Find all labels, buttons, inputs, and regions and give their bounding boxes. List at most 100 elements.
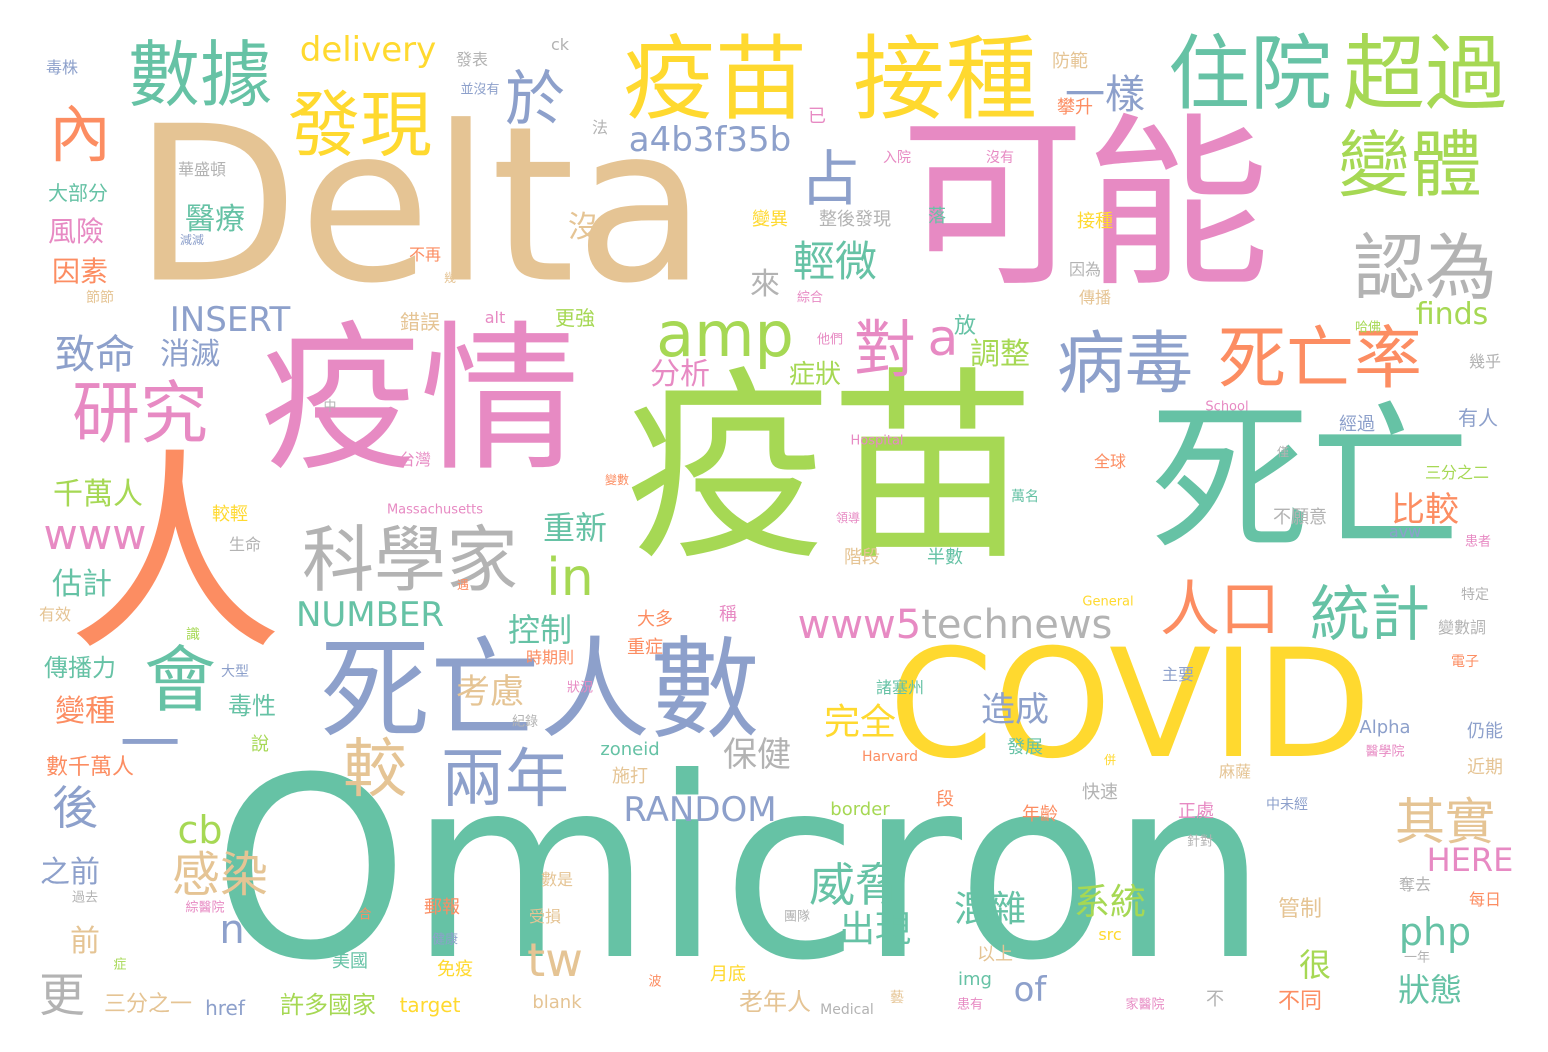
word-end-of-month: 月底 [710,964,746,985]
word-usa: 美國 [332,951,368,972]
word-half: 半數 [927,547,963,568]
word-system: 系統 [1073,882,1147,923]
word-past: 過去 [71,890,99,906]
word-main: 主要 [1161,665,1195,684]
word-vaccinate-small: 接種 [1077,211,1113,232]
word-href: href [205,996,245,1020]
word-most: 大部分 [48,181,108,205]
word-variable: 變數 [604,473,630,487]
word-recent: 近期 [1467,757,1503,778]
word-admission: 入院 [883,150,911,166]
word-cb: cb [177,808,223,852]
word-above: 以上 [977,944,1013,965]
word-taiwan: 台灣 [398,450,432,469]
word-damaged: 受損 [528,907,562,926]
word-number-is: 數是 [540,870,574,889]
word-vaccine-2: 疫苗 [622,26,808,133]
word-in: in [546,548,594,608]
word-combined: 綜合 [796,290,824,306]
word-appear: 出現 [838,909,912,950]
word-method: 法 [591,118,609,137]
word-tw: tw [527,933,583,987]
word-climb: 攀升 [1057,97,1093,118]
word-elderly: 老年人 [739,988,811,1016]
word-age: 年齡 [1022,804,1058,825]
word-massachusetts: Massachusetts [386,502,484,518]
word-record: 紀錄 [511,714,539,730]
word-death-rate: 死亡率 [1217,320,1423,399]
word-no-longer: 不再 [408,245,442,264]
word-massachusetts-cn: 諸塞州 [875,678,925,697]
word-covid: COVID [888,618,1372,792]
word-regulation: 管制 [1277,897,1323,922]
word-healthcare: 保健 [723,735,791,775]
word-virus: 病毒 [1056,325,1194,404]
word-general: General [1082,594,1134,610]
word-here: HERE [1426,841,1514,879]
word-n: n [219,907,245,953]
word-suffering: 患有 [956,997,984,1013]
word-vaccine-large: 疫苗 [625,350,1035,589]
word-middle: 中 [323,399,337,415]
word-stage: 階段 [844,547,880,568]
word-php: php [1398,910,1472,954]
word-mutation: 變種 [55,694,115,729]
word-blank: blank [532,992,582,1013]
word-come: 來 [750,267,780,302]
word-stronger: 更強 [555,306,595,330]
word-a4b3f35b: a4b3f35b [628,120,792,160]
word-lead: 領導 [835,511,861,525]
word-medical-school: 醫學院 [1365,744,1405,760]
word-not: 沒 [568,210,598,245]
word-called: 稱 [719,604,737,625]
word-adjust: 調整 [970,337,1030,372]
word-avw: avw [1388,522,1422,541]
word-border: border [830,799,890,820]
word-variation: 變異 [752,209,788,230]
word-place: 放 [953,314,977,339]
word-several: 幾 [443,271,457,285]
word-medical: 醫療 [185,202,245,237]
word-target: 針對 [1186,834,1214,850]
word-to: 對 [853,313,917,386]
word-mostly: 大多 [637,609,673,630]
word-of: of [1013,970,1047,1010]
word-fatal: 致命 [55,332,135,378]
word-data: 數據 [127,33,273,117]
word-post: 郵報 [424,897,460,918]
word-front: 前 [70,924,100,959]
word-after: 後 [52,781,98,835]
word-because: 因為 [1068,260,1102,279]
word-complete: 完全 [823,702,897,743]
word-general-hospital: 綜醫院 [185,900,225,916]
word-eliminate: 消滅 [160,337,220,372]
word-reduce: 減減 [179,233,205,247]
word-they: 他們 [816,332,844,348]
word-img: img [958,969,992,990]
word-death: 死亡 [1149,386,1471,573]
word-effective: 有效 [38,605,72,624]
word-zoneid: zoneid [600,739,660,760]
word-factor: 因素 [51,255,109,288]
word-www5technews: www5technews [798,605,1113,645]
word-more: 更 [39,968,85,1022]
word-alpha: Alpha [1359,717,1411,738]
word-only: 僅 [1276,445,1290,459]
word-discover: 發現 [287,83,433,167]
word-family-hospital: 家醫院 [1125,997,1165,1013]
word-lighter: 較輕 [212,504,248,525]
word-situation: 狀況 [566,680,594,696]
word-state: 狀態 [1397,971,1463,1009]
word-www5: www5 [797,602,922,648]
word-not-have: 並沒有 [460,82,500,98]
word-number: NUMBER [295,595,445,635]
word-different: 不同 [1277,989,1323,1014]
word-tens-of-millions: 數千萬人 [45,755,135,780]
word-scientist: 科學家 [301,518,519,602]
word-take-away: 奪去 [1398,875,1432,894]
word-school: School [1205,399,1249,415]
word-patient: 患者 [1464,534,1492,550]
word-global: 全球 [1093,452,1127,471]
word-immunity: 免疫 [437,959,473,980]
word-wave: 波 [648,974,662,990]
